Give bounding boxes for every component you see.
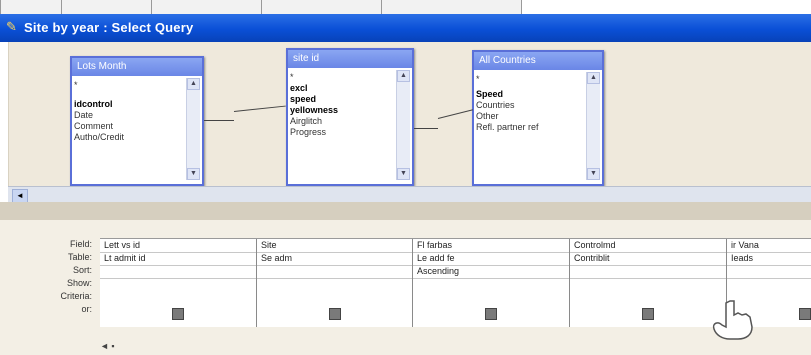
grid-row-labels: Field: Table: Sort: Show: Criteria: or: (0, 238, 100, 316)
show-checkbox[interactable] (329, 308, 341, 320)
design-pane-scrollbar[interactable]: ◄ (8, 186, 811, 203)
sort-cell[interactable] (570, 265, 726, 279)
field-item[interactable]: Autho/Credit (74, 132, 184, 143)
window-title: Site by year : Select Query (24, 20, 194, 35)
tab-strip (0, 0, 522, 15)
row-label-field: Field: (69, 239, 92, 249)
field-item[interactable]: * (290, 72, 394, 83)
table-cell[interactable]: Le add fe (413, 252, 569, 266)
table-cell[interactable]: Contriblit (570, 252, 726, 266)
field-item[interactable]: * (476, 74, 584, 85)
field-list-all-countries[interactable]: All Countries * Speed Countries Other Re… (472, 50, 604, 186)
sort-cell[interactable]: Ascending (413, 265, 569, 279)
field-list-scrollbar[interactable]: ▲ ▼ (186, 78, 200, 180)
field-cell[interactable]: Lett vs id (100, 239, 256, 253)
field-item[interactable]: yellowness (290, 105, 394, 116)
row-label-criteria: Criteria: (60, 291, 92, 301)
show-checkbox[interactable] (642, 308, 654, 320)
join-line[interactable] (204, 120, 234, 121)
title-bar[interactable]: ✎ Site by year : Select Query (0, 14, 811, 42)
field-item[interactable]: Comment (74, 121, 184, 132)
field-list-site-id[interactable]: site id * excl speed yellowness Airglitc… (286, 48, 414, 186)
scroll-down-icon[interactable]: ▼ (397, 168, 410, 180)
show-checkbox[interactable] (485, 308, 497, 320)
field-item[interactable]: Speed (476, 89, 584, 100)
row-label-table: Table: (67, 252, 92, 262)
grid-scroll-left-icon[interactable]: ◄ ▪ (100, 341, 160, 353)
field-list-header[interactable]: site id (288, 50, 412, 68)
table-cell[interactable]: Se adm (257, 252, 412, 266)
row-label-or: or: (81, 304, 92, 314)
hand-cursor-icon (712, 300, 753, 340)
sort-cell[interactable] (727, 265, 811, 279)
field-list[interactable]: * idcontrol Date Comment Autho/Credit (74, 80, 184, 180)
field-list-header[interactable]: Lots Month (72, 58, 202, 76)
grid-column[interactable]: Site Se adm (257, 239, 413, 327)
field-item[interactable]: Countries (476, 100, 584, 111)
scroll-up-icon[interactable]: ▲ (587, 72, 600, 84)
field-item[interactable]: Date (74, 110, 184, 121)
grid-column[interactable]: Lett vs id Lt admit id (100, 239, 257, 327)
field-list-lots-month[interactable]: Lots Month * idcontrol Date Comment Auth… (70, 56, 204, 186)
query-design-grid: Field: Table: Sort: Show: Criteria: or: … (0, 220, 811, 355)
field-list-scrollbar[interactable]: ▲ ▼ (396, 70, 410, 180)
scroll-left-icon[interactable]: ◄ (12, 189, 28, 203)
field-list-scrollbar[interactable]: ▲ ▼ (586, 72, 600, 180)
row-label-show: Show: (66, 278, 92, 288)
row-label-sort: Sort: (72, 265, 92, 275)
field-item[interactable]: Other (476, 111, 584, 122)
field-item[interactable]: * (74, 80, 184, 91)
grid-column[interactable]: Fl farbas Le add fe Ascending (413, 239, 570, 327)
field-item[interactable]: Progress (290, 127, 394, 138)
pane-splitter[interactable] (0, 202, 811, 220)
grid-column[interactable]: Controlmd Contriblit (570, 239, 727, 327)
scroll-up-icon[interactable]: ▲ (397, 70, 410, 82)
field-item[interactable]: Airglitch (290, 116, 394, 127)
scroll-up-icon[interactable]: ▲ (187, 78, 200, 90)
show-checkbox[interactable] (799, 308, 811, 320)
sort-cell[interactable] (257, 265, 412, 279)
table-cell[interactable]: Lt admit id (100, 252, 256, 266)
sort-cell[interactable] (100, 265, 256, 279)
field-item[interactable]: idcontrol (74, 99, 184, 110)
join-line[interactable] (414, 128, 438, 129)
field-cell[interactable]: Site (257, 239, 412, 253)
field-list-header[interactable]: All Countries (474, 52, 602, 70)
field-list[interactable]: * excl speed yellowness Airglitch Progre… (290, 72, 394, 180)
scroll-down-icon[interactable]: ▼ (587, 168, 600, 180)
table-cell[interactable]: Ieads (727, 252, 811, 266)
field-cell[interactable]: Controlmd (570, 239, 726, 253)
field-cell[interactable]: Fl farbas (413, 239, 569, 253)
field-item[interactable]: speed (290, 94, 394, 105)
field-item[interactable]: excl (290, 83, 394, 94)
scroll-down-icon[interactable]: ▼ (187, 168, 200, 180)
field-list[interactable]: * Speed Countries Other Refl. partner re… (476, 74, 584, 180)
query-icon: ✎ (6, 19, 17, 34)
field-cell[interactable]: ir Vana (727, 239, 811, 253)
field-item[interactable]: Refl. partner ref (476, 122, 584, 133)
show-checkbox[interactable] (172, 308, 184, 320)
grid-columns: Lett vs id Lt admit id Site Se adm Fl fa… (100, 238, 811, 327)
